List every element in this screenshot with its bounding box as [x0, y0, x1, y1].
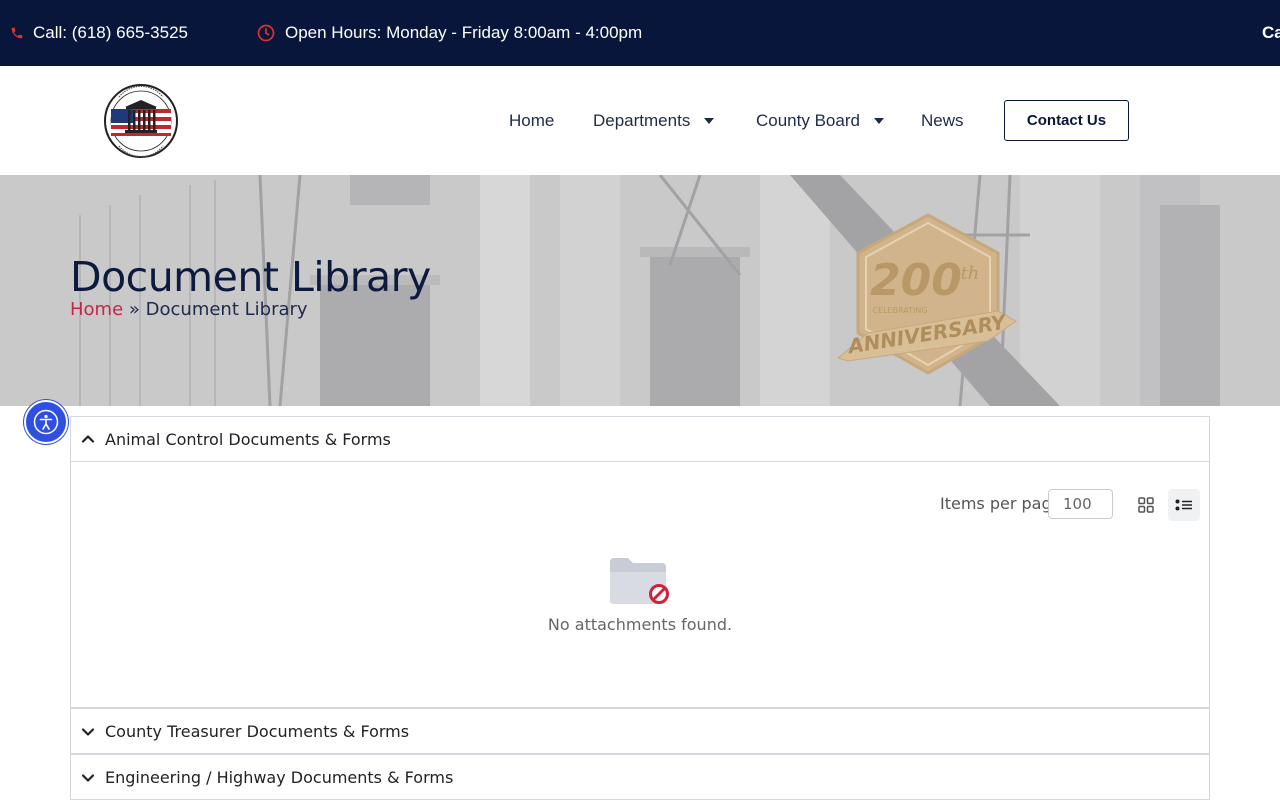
county-seal-logo[interactable]	[103, 83, 179, 159]
accordion-county-treasurer: County Treasurer Documents & Forms	[70, 708, 1210, 754]
nav-county-board[interactable]: County Board	[756, 66, 884, 175]
accessibility-button[interactable]	[24, 400, 68, 444]
caret-down-icon	[704, 117, 715, 124]
chevron-down-icon	[81, 773, 95, 782]
hours-text: Open Hours: Monday - Friday 8:00am - 4:0…	[285, 23, 643, 42]
nav-county-board-label: County Board	[756, 110, 860, 130]
breadcrumb-current: Document Library	[145, 299, 308, 320]
items-per-page-input[interactable]	[1048, 489, 1113, 519]
list-view-button[interactable]	[1168, 489, 1200, 521]
call-link[interactable]: Call: (618) 665-3525	[10, 0, 188, 66]
phone-icon	[11, 27, 23, 39]
grid-icon	[1138, 497, 1154, 513]
nav-departments-label: Departments	[593, 110, 691, 130]
page-title: Document Library	[70, 253, 431, 301]
open-hours: Open Hours: Monday - Friday 8:00am - 4:0…	[256, 0, 642, 66]
grid-view-button[interactable]	[1131, 489, 1161, 521]
breadcrumb-separator: »	[128, 299, 140, 320]
badge-number: 200	[870, 255, 962, 306]
accordion-engineering-highway: Engineering / Highway Documents & Forms	[70, 754, 1210, 800]
badge-suffix: th	[961, 263, 980, 284]
accordion-title: Animal Control Documents & Forms	[105, 429, 391, 449]
breadcrumb-home-link[interactable]: Home	[70, 299, 123, 320]
breadcrumb: Home » Document Library	[70, 299, 308, 320]
nav-home-label: Home	[509, 110, 555, 130]
accordion-header[interactable]: Animal Control Documents & Forms	[71, 417, 1209, 462]
top-info-bar: Call: (618) 665-3525 Open Hours: Monday …	[0, 0, 1280, 66]
nav-departments[interactable]: Departments	[593, 66, 715, 175]
accordion-header[interactable]: Engineering / Highway Documents & Forms	[71, 755, 1209, 800]
accessibility-icon	[33, 409, 59, 435]
caret-down-icon	[873, 117, 884, 124]
topbar-overflow-text: Ca	[1262, 23, 1280, 42]
items-per-page-label: Items per page	[940, 494, 1062, 513]
accordion-animal-control: Animal Control Documents & Forms Items p…	[70, 416, 1210, 708]
nav-home[interactable]: Home	[509, 66, 554, 175]
accordion-title: Engineering / Highway Documents & Forms	[105, 768, 454, 787]
nav-news-label: News	[921, 110, 964, 130]
list-icon	[1175, 499, 1192, 511]
chevron-down-icon	[81, 727, 95, 736]
site-header: Home Departments County Board News Conta…	[0, 66, 1280, 175]
call-text: Call: (618) 665-3525	[33, 23, 188, 42]
chevron-up-icon	[81, 435, 95, 443]
clock-icon	[257, 24, 275, 42]
nav-news[interactable]: News	[921, 66, 964, 175]
page-hero: Document Library Home » Document Library…	[0, 175, 1280, 406]
accordion-header[interactable]: County Treasurer Documents & Forms	[71, 709, 1209, 754]
badge-line1: CELEBRATING	[872, 306, 927, 315]
empty-message: No attachments found.	[547, 615, 733, 634]
contact-us-button[interactable]: Contact Us	[1004, 100, 1129, 141]
anniversary-badge: 200 th CELEBRATING ANNIVERSARY	[838, 213, 1017, 375]
empty-folder-icon	[610, 558, 669, 604]
accordion-title: County Treasurer Documents & Forms	[105, 722, 410, 741]
